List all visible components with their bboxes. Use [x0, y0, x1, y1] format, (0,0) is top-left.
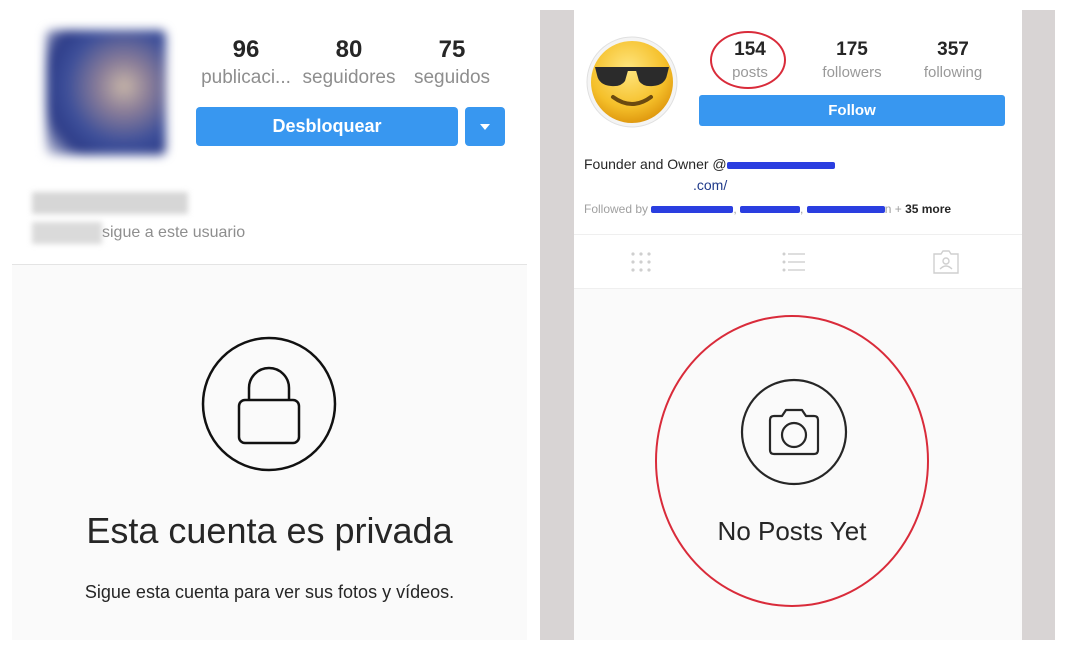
followed-by-more: 35 more [905, 202, 952, 216]
no-posts-text: No Posts Yet [717, 516, 867, 546]
unblock-button[interactable]: Desbloquear [196, 107, 458, 146]
followed-by-label: Followed by [584, 202, 649, 216]
stat-followers[interactable]: 80 seguidores [299, 36, 399, 90]
follow-button[interactable]: Follow [699, 95, 1005, 126]
screen-bezel-right [1022, 10, 1055, 640]
divider [574, 234, 1022, 235]
stat-followers[interactable]: 175 followers [797, 38, 907, 83]
stat-followers-value: 175 [836, 39, 868, 60]
grid-icon [631, 252, 651, 272]
bio-link[interactable]: .com/ [693, 176, 727, 194]
redacted-follower-1 [651, 206, 734, 214]
tab-list[interactable] [774, 244, 814, 280]
stat-following-value: 357 [937, 39, 969, 60]
stat-posts-value: 96 [232, 36, 260, 63]
sunglasses-emoji-icon [586, 36, 678, 128]
tab-tagged[interactable] [926, 244, 966, 280]
redacted-follower-3 [806, 206, 885, 214]
stat-posts-label: publicaci... [201, 67, 291, 88]
stat-following-label: following [923, 64, 983, 81]
redacted-follower-2 [740, 206, 801, 214]
blurred-profile-avatar [46, 30, 166, 155]
private-account-subtitle: Sigue esta cuenta para ver sus fotos y v… [84, 582, 455, 602]
followed-by-suffix: n + [884, 202, 902, 216]
screen-bezel-left [540, 10, 574, 640]
stat-followers-label: followers [822, 64, 882, 81]
redacted-handle[interactable] [726, 161, 835, 169]
stat-posts[interactable]: 96 publicaci... [196, 36, 296, 90]
caret-down-icon [480, 123, 490, 130]
blurred-username [32, 192, 188, 214]
camera-icon [740, 378, 848, 486]
followed-by-text[interactable]: Followed by , , n + 35 more [584, 201, 951, 217]
list-icon [782, 252, 805, 272]
stat-following-label: seguidos [413, 67, 491, 88]
stat-followers-value: 80 [335, 36, 363, 63]
tagged-person-icon [933, 250, 959, 274]
follows-you-text: sigue a este usuario [102, 224, 246, 241]
private-account-title: Esta cuenta es privada [86, 510, 453, 551]
bio-text: Founder and Owner @ [584, 156, 727, 172]
bio-line-1: Founder and Owner @ [584, 155, 835, 173]
lock-icon [201, 336, 337, 472]
stat-followers-label: seguidores [302, 67, 396, 88]
posts-annotation-circle [710, 31, 786, 89]
blurred-follower-name [32, 222, 102, 244]
tab-grid[interactable] [621, 244, 661, 280]
stat-following[interactable]: 75 seguidos [402, 36, 502, 90]
stat-following[interactable]: 357 following [898, 38, 1008, 83]
stat-following-value: 75 [438, 36, 466, 63]
options-dropdown-button[interactable] [465, 107, 505, 146]
